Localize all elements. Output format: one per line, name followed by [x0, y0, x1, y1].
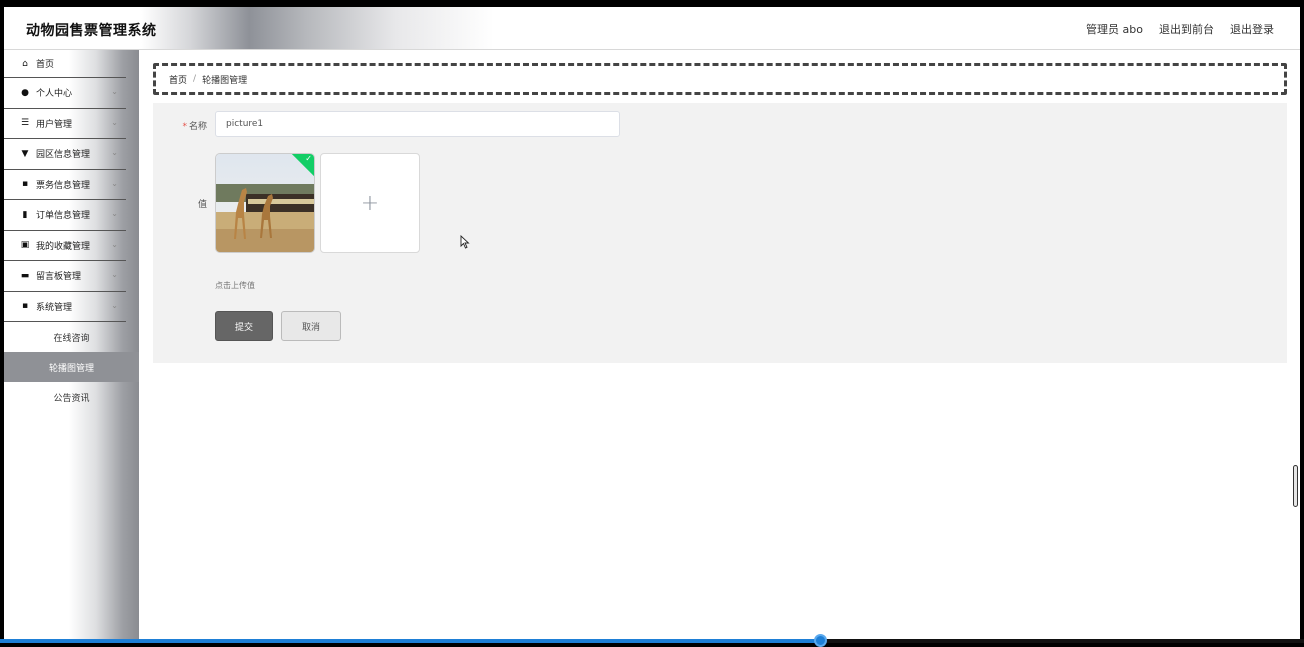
progress-fill — [0, 639, 821, 643]
exit-to-frontend-link[interactable]: 退出到前台 — [1159, 21, 1214, 37]
user-icon: ● — [21, 87, 29, 98]
sidebar-item[interactable]: ⌂ 首页 — [4, 50, 126, 78]
sidebar-item[interactable]: ☰ 用户管理 ⌄ — [4, 109, 126, 139]
chevron-down-icon: ⌄ — [111, 87, 118, 96]
sidebar-item[interactable]: ▪ 系统管理 ⌄ — [4, 292, 126, 322]
mouse-cursor-icon — [460, 235, 470, 249]
progress-knob[interactable] — [814, 634, 828, 647]
chevron-down-icon: ⌄ — [111, 117, 118, 127]
sidebar-item-label: 首页 — [36, 60, 55, 70]
submit-button[interactable]: 提交 — [215, 311, 273, 341]
header-links: 管理员 abo 退出到前台 退出登录 — [1086, 21, 1274, 37]
sidebar-item[interactable]: ● 个人中心 ⌄ — [4, 78, 126, 109]
admin-user-link[interactable]: 管理员 abo — [1086, 21, 1143, 37]
uploaded-image-thumbnail[interactable]: ✓ — [215, 153, 315, 253]
plus-icon: + — [360, 190, 380, 216]
monitor-icon: ▬ — [20, 270, 30, 281]
chevron-down-icon: ⌄ — [111, 239, 118, 249]
top-header: 动物园售票管理系统 管理员 abo 退出到前台 退出登录 — [4, 7, 1300, 50]
breadcrumb-current: 轮播图管理 — [202, 75, 248, 86]
cancel-button[interactable]: 取消 — [281, 311, 341, 341]
logout-link[interactable]: 退出登录 — [1230, 21, 1274, 37]
sidebar-item-label: 留言板管理 — [36, 272, 82, 283]
sidebar-menu: ⌂ 首页 ● 个人中心 ⌄ ☰ 用户管理 ⌄ ▼ 园区信息管理 ⌄ ▪ 票务信息管理 ⌄ ▮ 订单信息管理 ⌄ ▣… — [4, 50, 139, 322]
sidebar-item-label: 园区信息管理 — [36, 150, 91, 161]
chevron-down-icon: ⌄ — [111, 178, 118, 188]
chevron-down-icon: ⌄ — [111, 148, 118, 157]
sidebar: ⌂ 首页 ● 个人中心 ⌄ ☰ 用户管理 ⌄ ▼ 园区信息管理 ⌄ ▪ 票务信息管理 ⌄ ▮ 订单信息管理 ⌄ ▣… — [4, 50, 139, 640]
page-scrollbar[interactable] — [1293, 465, 1298, 507]
sidebar-item[interactable]: ▣ 我的收藏管理 ⌄ — [4, 231, 126, 261]
sidebar-item[interactable]: ▬ 留言板管理 ⌄ — [4, 261, 126, 292]
sidebar-item-label: 系统管理 — [36, 302, 73, 313]
sidebar-item[interactable]: ▪ 票务信息管理 ⌄ — [4, 170, 126, 200]
app-title: 动物园售票管理系统 — [26, 23, 157, 39]
system-submenu: 在线咨询 轮播图管理 公告资讯 — [4, 322, 139, 412]
app-window: 动物园售票管理系统 管理员 abo 退出到前台 退出登录 ⌂ 首页 ● 个人中心 ⌄ ☰ 用… — [4, 7, 1300, 640]
submenu-item[interactable]: 轮播图管理 — [4, 352, 139, 382]
submenu-item[interactable]: 公告资讯 — [4, 382, 139, 412]
chevron-down-icon: ⌄ — [111, 300, 118, 310]
upload-add-button[interactable]: + — [320, 153, 420, 253]
submenu-item[interactable]: 在线咨询 — [4, 322, 139, 352]
name-label: * 名称 — [182, 122, 207, 132]
sidebar-item-label: 用户管理 — [36, 119, 73, 130]
flag-icon: ▼ — [21, 148, 29, 159]
sidebar-item[interactable]: ▼ 园区信息管理 ⌄ — [4, 139, 126, 170]
home-icon: ⌂ — [22, 58, 28, 69]
chevron-down-icon: ⌄ — [111, 209, 118, 218]
clipboard-icon: ▣ — [20, 240, 30, 251]
sidebar-item-label: 个人中心 — [36, 89, 73, 100]
breadcrumb: 首页 / 轮播图管理 — [153, 63, 1287, 95]
breadcrumb-separator: / — [193, 74, 197, 84]
giraffe-photo — [216, 154, 314, 252]
list-icon: ☰ — [20, 118, 30, 129]
bar-chart-icon: ▮ — [22, 209, 28, 220]
sidebar-item-label: 我的收藏管理 — [36, 241, 91, 252]
sidebar-item-label: 订单信息管理 — [36, 211, 91, 222]
value-label: 值 — [197, 200, 207, 210]
chevron-down-icon: ⌄ — [111, 270, 118, 279]
grid-icon: ▪ — [21, 301, 29, 312]
form-panel: * 名称 picture1 值 ✓ + 点击上传值 提交 取消 — [153, 103, 1287, 363]
name-input[interactable]: picture1 — [215, 111, 620, 137]
grid-icon: ▪ — [21, 179, 29, 190]
upload-hint: 点击上传值 — [215, 281, 255, 290]
sidebar-item-label: 票务信息管理 — [36, 180, 91, 191]
sidebar-item[interactable]: ▮ 订单信息管理 ⌄ — [4, 200, 126, 231]
breadcrumb-home[interactable]: 首页 — [169, 73, 187, 86]
video-progress-bar[interactable] — [0, 634, 1304, 647]
check-icon: ✓ — [305, 154, 312, 163]
